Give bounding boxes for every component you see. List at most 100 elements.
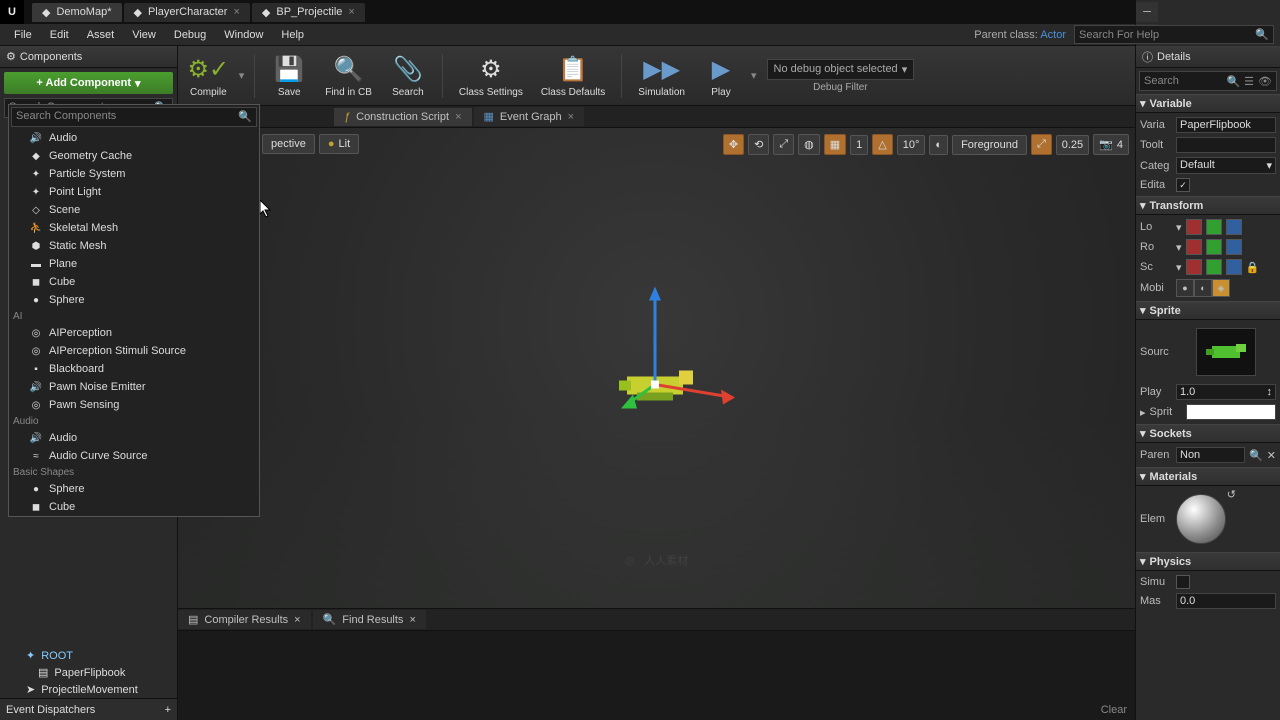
translate-mode-button[interactable]: ✥ (723, 134, 744, 155)
angle-snap-value[interactable]: 10° (897, 135, 926, 155)
chevron-down-icon[interactable]: ▾ (1176, 261, 1182, 274)
sprite-thumbnail[interactable] (1196, 328, 1256, 376)
dropdown-item[interactable]: ◼Cube (9, 498, 259, 516)
tab-construction-script[interactable]: ƒ Construction Script × (334, 108, 472, 126)
details-header[interactable]: ⓘ Details (1136, 46, 1280, 68)
mobility-movable[interactable]: ◈ (1212, 279, 1230, 297)
dropdown-search-input[interactable]: Search Components 🔍 (11, 107, 257, 127)
dropdown-item[interactable]: ◎Pawn Sensing (9, 396, 259, 414)
document-tab-playercharacter[interactable]: ◆ PlayerCharacter × (124, 3, 250, 22)
dropdown-item[interactable]: ●Sphere (9, 480, 259, 498)
dropdown-item[interactable]: ◇Scene (9, 201, 259, 219)
loc-y-input[interactable] (1206, 219, 1222, 235)
viewport[interactable]: pective ●Lit ✥ ⟲ ⤢ ◍ ▦ 1 △ 10° ◐ Foregro… (178, 128, 1135, 608)
document-tab-demomap[interactable]: ◆ DemoMap* (32, 3, 122, 22)
spinner-icon[interactable]: ↕ (1267, 386, 1273, 398)
chevron-down-icon[interactable]: ▾ (1176, 221, 1182, 234)
clear-button[interactable]: Clear (1101, 704, 1127, 716)
close-icon[interactable]: × (409, 614, 415, 626)
rot-x-input[interactable] (1186, 239, 1202, 255)
tab-compiler-results[interactable]: ▤ Compiler Results × (178, 610, 311, 629)
viewport-lit-button[interactable]: ●Lit (319, 134, 359, 154)
close-icon[interactable]: × (568, 111, 574, 123)
chevron-down-icon[interactable]: ▾ (239, 69, 245, 82)
scale-mode-button[interactable]: ⤢ (773, 134, 794, 155)
mass-input[interactable]: 0.0 (1176, 593, 1276, 609)
dropdown-item[interactable]: ◆Geometry Cache (9, 147, 259, 165)
add-icon[interactable]: + (165, 704, 171, 716)
dropdown-item[interactable]: ⛹Skeletal Mesh (9, 219, 259, 237)
category-sockets[interactable]: ▾Sockets (1136, 424, 1280, 443)
mobility-static[interactable]: ● (1176, 279, 1194, 297)
chevron-down-icon[interactable]: ▾ (1176, 241, 1182, 254)
compile-button[interactable]: ⚙✓ Compile (184, 51, 233, 100)
dropdown-item[interactable]: ▪Blackboard (9, 360, 259, 378)
menu-asset[interactable]: Asset (79, 27, 123, 43)
rot-z-input[interactable] (1226, 239, 1242, 255)
grid-snap-value[interactable]: 1 (850, 135, 868, 155)
menu-file[interactable]: File (6, 27, 40, 43)
close-icon[interactable]: × (348, 6, 354, 18)
dropdown-item[interactable]: 🔊Audio (9, 129, 259, 147)
components-header[interactable]: ⚙ Components (0, 46, 177, 68)
event-dispatchers-header[interactable]: Event Dispatchers + (0, 698, 177, 720)
search-button[interactable]: 📎 Search (384, 51, 432, 100)
parent-socket-input[interactable]: Non (1176, 447, 1245, 463)
category-materials[interactable]: ▾Materials (1136, 467, 1280, 486)
tree-item-flipbook[interactable]: ▤ PaperFlipbook (4, 664, 177, 681)
editable-checkbox[interactable]: ✓ (1176, 178, 1190, 192)
coord-space-button[interactable]: ◍ (798, 134, 820, 155)
menu-edit[interactable]: Edit (42, 27, 77, 43)
dropdown-item[interactable]: ◼Cube (9, 273, 259, 291)
class-settings-button[interactable]: ⚙ Class Settings (453, 51, 529, 100)
simulate-checkbox[interactable] (1176, 575, 1190, 589)
save-button[interactable]: 💾 Save (265, 51, 313, 100)
close-icon[interactable]: × (233, 6, 239, 18)
loc-x-input[interactable] (1186, 219, 1202, 235)
tooltip-input[interactable] (1176, 137, 1276, 153)
foreground-button[interactable]: Foreground (952, 135, 1027, 155)
lock-icon[interactable]: 🔒 (1246, 261, 1260, 274)
var-name-input[interactable]: PaperFlipbook (1176, 117, 1276, 133)
sprite-color-input[interactable] (1186, 404, 1276, 420)
filter-icon[interactable]: ☰ (1244, 75, 1254, 88)
dropdown-item[interactable]: ≈Audio Curve Source (9, 447, 259, 465)
dropdown-item[interactable]: 🔊Pawn Noise Emitter (9, 378, 259, 396)
menu-help[interactable]: Help (273, 27, 312, 43)
mobility-segmented[interactable]: ● ◐ ◈ (1176, 279, 1230, 297)
menu-debug[interactable]: Debug (166, 27, 214, 43)
class-defaults-button[interactable]: 📋 Class Defaults (535, 51, 611, 100)
simulation-button[interactable]: ▶▶ Simulation (632, 51, 691, 100)
scale-z-input[interactable] (1226, 259, 1242, 275)
category-select[interactable]: Default▾ (1176, 157, 1276, 174)
rotate-mode-button[interactable]: ⟲ (748, 134, 769, 155)
category-sprite[interactable]: ▾Sprite (1136, 301, 1280, 320)
dropdown-item[interactable]: ◎AIPerception Stimuli Source (9, 342, 259, 360)
tree-item-root[interactable]: ✦ ROOT (4, 647, 177, 664)
viewport-perspective-button[interactable]: pective (262, 134, 315, 154)
reset-icon[interactable]: ↺ (1227, 488, 1236, 501)
scale-y-input[interactable] (1206, 259, 1222, 275)
camera-speed-icon-button[interactable]: ⤢ (1031, 134, 1052, 155)
add-component-button[interactable]: + Add Component▾ (4, 72, 173, 94)
category-physics[interactable]: ▾Physics (1136, 552, 1280, 571)
dropdown-item[interactable]: ●Sphere (9, 291, 259, 309)
parent-class-link[interactable]: Actor (1040, 29, 1066, 41)
tab-find-results[interactable]: 🔍 Find Results × (313, 610, 426, 629)
mobility-stationary[interactable]: ◐ (1194, 279, 1212, 297)
clear-icon[interactable]: ✕ (1267, 449, 1276, 462)
tab-event-graph[interactable]: ▦ Event Graph × (474, 107, 585, 126)
translation-gizmo[interactable] (577, 277, 737, 460)
scale-snap-button[interactable]: ◐ (929, 135, 948, 155)
dropdown-item[interactable]: ▬Plane (9, 255, 259, 273)
dropdown-item[interactable]: ◎AIPerception (9, 324, 259, 342)
dropdown-item[interactable]: ✦Particle System (9, 165, 259, 183)
angle-snap-button[interactable]: △ (872, 134, 892, 155)
document-tab-projectile[interactable]: ◆ BP_Projectile × (252, 3, 365, 22)
category-transform[interactable]: ▾Transform (1136, 196, 1280, 215)
category-variable[interactable]: ▾Variable (1136, 94, 1280, 113)
find-in-cb-button[interactable]: 🔍 Find in CB (319, 51, 378, 100)
dropdown-item[interactable]: ⬢Static Mesh (9, 237, 259, 255)
dropdown-item[interactable]: 🔊Audio (9, 429, 259, 447)
play-button[interactable]: ▶ Play (697, 51, 745, 100)
